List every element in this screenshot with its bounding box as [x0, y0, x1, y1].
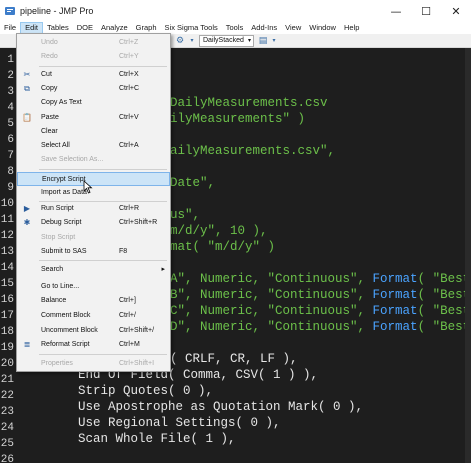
code-line-5: ilyMeasurements" )	[170, 112, 306, 126]
line-number: 16	[0, 294, 14, 306]
code-line-15: A", Numeric, "Continuous", Format( "Best…	[170, 272, 471, 286]
menu-separator	[39, 260, 167, 261]
menu-add-ins[interactable]: Add-Ins	[247, 22, 281, 34]
code-line-25: Scan Whole File( 1 ),	[78, 432, 236, 446]
line-number: 7	[7, 150, 14, 162]
run-script-toolbar-icon[interactable]: ⚙	[174, 35, 186, 47]
code-line-17: C", Numeric, "Continuous", Format( "Best…	[170, 304, 471, 318]
menu-item-copy-as-text[interactable]: Copy As Text	[17, 96, 170, 110]
menu-item-import-as-data[interactable]: Import as Data	[17, 186, 170, 200]
line-number: 25	[0, 438, 14, 450]
menu-separator	[39, 354, 167, 355]
code-line-22: Strip Quotes( 0 ),	[78, 384, 214, 398]
chevron-down-icon[interactable]: ▾	[268, 35, 280, 47]
data-table-select[interactable]: DailyStacked ▾	[199, 35, 254, 47]
code-line-7: ailyMeasurements.csv",	[170, 144, 336, 158]
code-line-11: us",	[170, 208, 201, 222]
menu-item-run-script[interactable]: ▶ Run Script Ctrl+R	[17, 202, 170, 216]
menu-separator	[39, 169, 167, 170]
line-number: 9	[7, 182, 14, 194]
code-line-23: Use Apostrophe as Quotation Mark( 0 ),	[78, 400, 364, 414]
line-number: 20	[0, 358, 14, 370]
menu-item-paste[interactable]: 📋 Paste Ctrl+V	[17, 111, 170, 125]
line-number: 10	[0, 198, 14, 210]
code-line-12: m/d/y", 10 ),	[170, 224, 268, 238]
line-number: 5	[7, 118, 14, 130]
window-controls: — ☐ ✕	[381, 0, 471, 22]
line-number: 8	[7, 166, 14, 178]
menu-item-comment-block[interactable]: Comment Block Ctrl+/	[17, 309, 170, 323]
line-number: 11	[0, 214, 14, 226]
mouse-pointer-icon	[83, 180, 93, 194]
line-number: 3	[7, 86, 14, 98]
code-line-13: mat( "m/d/y" )	[170, 240, 276, 254]
close-button[interactable]: ✕	[441, 0, 471, 22]
menu-item-clear[interactable]: Clear	[17, 125, 170, 139]
jmp-app-icon	[5, 7, 15, 15]
menu-item-copy[interactable]: ⧉ Copy Ctrl+C	[17, 82, 170, 96]
line-number: 14	[0, 262, 14, 274]
menu-tools[interactable]: Tools	[222, 22, 248, 34]
window-title: pipeline - JMP Pro	[20, 6, 94, 16]
menu-item-reformat-script[interactable]: ≣ Reformat Script Ctrl+M	[17, 338, 170, 352]
menu-item-redo[interactable]: Redo Ctrl+Y	[17, 50, 170, 64]
line-number: 13	[0, 246, 14, 258]
reformat-icon: ≣	[23, 340, 31, 349]
menu-separator	[39, 66, 167, 67]
debug-icon: ✱	[23, 218, 31, 227]
code-line-20: ( CRLF, CR, LF ),	[170, 352, 298, 366]
code-line-24: Use Regional Settings( 0 ),	[78, 416, 281, 430]
menu-view[interactable]: View	[281, 22, 305, 34]
scissors-icon: ✂	[23, 70, 31, 79]
menu-item-debug-script[interactable]: ✱ Debug Script Ctrl+Shift+R	[17, 216, 170, 230]
menu-item-properties[interactable]: Properties Ctrl+Shift+I	[17, 357, 170, 371]
code-line-9: Date",	[170, 176, 216, 190]
menu-window[interactable]: Window	[305, 22, 340, 34]
line-number: 23	[0, 406, 14, 418]
line-number: 6	[7, 134, 14, 146]
line-number: 12	[0, 230, 14, 242]
maximize-button[interactable]: ☐	[411, 0, 441, 22]
menu-item-encrypt-script[interactable]: Encrypt Script	[17, 172, 170, 186]
menu-item-stop-script[interactable]: Stop Script	[17, 231, 170, 245]
code-line-4: DailyMeasurements.csv	[170, 96, 328, 110]
line-number: 2	[7, 70, 14, 82]
menu-help[interactable]: Help	[340, 22, 363, 34]
line-number: 26	[0, 454, 14, 463]
line-number: 1	[7, 54, 14, 66]
line-number: 4	[7, 102, 14, 114]
title-bar: pipeline - JMP Pro — ☐ ✕	[0, 0, 471, 22]
line-number: 21	[0, 374, 14, 386]
menu-item-select-all[interactable]: Select All Ctrl+A	[17, 139, 170, 153]
code-line-16: B", Numeric, "Continuous", Format( "Best…	[170, 288, 471, 302]
line-number: 17	[0, 310, 14, 322]
edit-menu-dropdown: Undo Ctrl+Z Redo Ctrl+Y ✂ Cut Ctrl+X ⧉ Copy Ct…	[16, 33, 171, 372]
menu-item-balance[interactable]: Balance Ctrl+]	[17, 294, 170, 308]
menu-item-cut[interactable]: ✂ Cut Ctrl+X	[17, 68, 170, 82]
data-table-select-value: DailyStacked	[203, 37, 244, 44]
copy-icon: ⧉	[24, 84, 30, 93]
menu-item-go-to-line[interactable]: Go to Line...	[17, 280, 170, 294]
code-line-18: D", Numeric, "Continuous", Format( "Best…	[170, 320, 471, 334]
paste-icon: 📋	[22, 113, 32, 122]
chevron-right-icon: ▸	[161, 266, 165, 273]
line-number: 22	[0, 390, 14, 402]
line-number: 24	[0, 422, 14, 434]
run-script-icon: ▶	[23, 204, 31, 213]
line-number: 19	[0, 342, 14, 354]
minimize-button[interactable]: —	[381, 0, 411, 22]
menu-item-undo[interactable]: Undo Ctrl+Z	[17, 36, 170, 50]
line-number: 15	[0, 278, 14, 290]
menu-item-uncomment-block[interactable]: Uncomment Block Ctrl+Shift+/	[17, 324, 170, 338]
chevron-down-icon[interactable]: ▾	[186, 35, 198, 47]
line-number: 18	[0, 326, 14, 338]
menu-item-submit-to-sas[interactable]: Submit to SAS F8	[17, 245, 170, 259]
chevron-down-icon: ▾	[247, 38, 251, 44]
menu-item-search[interactable]: Search ▸	[17, 263, 170, 277]
menu-item-save-selection-as[interactable]: Save Selection As...	[17, 153, 170, 167]
editor-scrollbar[interactable]	[465, 48, 471, 463]
